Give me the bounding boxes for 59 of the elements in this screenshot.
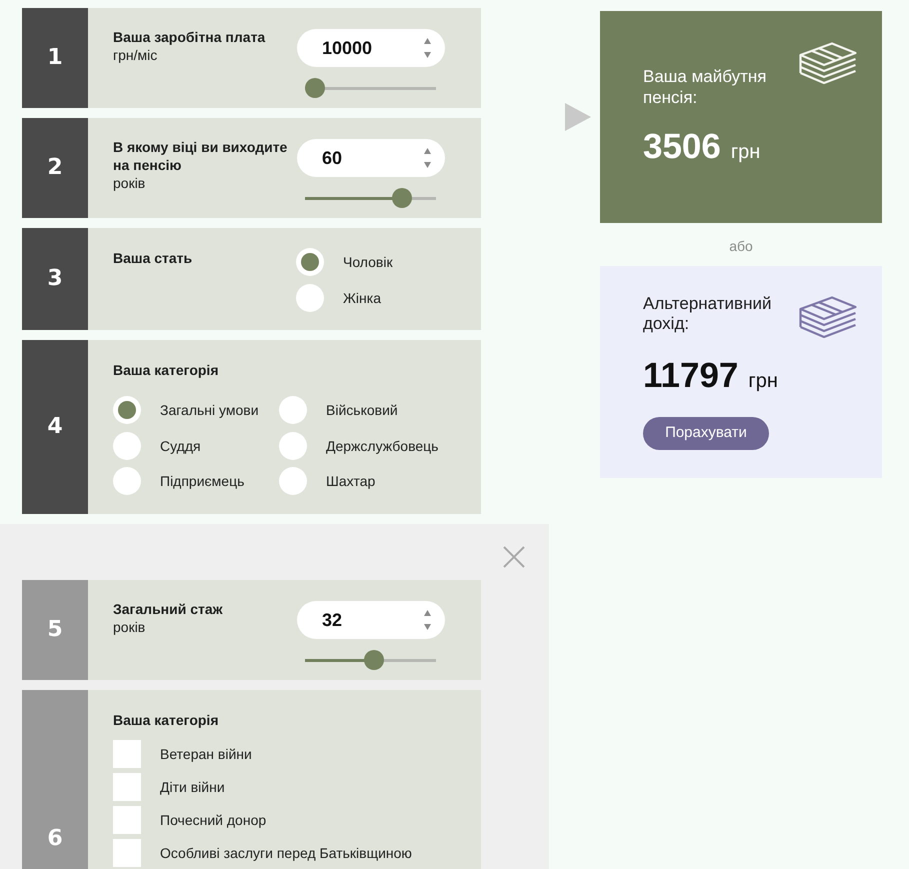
step-number: 2 <box>22 118 88 218</box>
option-label: Жінка <box>343 290 381 306</box>
unit-label: грн/міс <box>113 46 158 64</box>
close-icon[interactable] <box>503 546 525 568</box>
money-stack-icon <box>799 296 857 338</box>
spinner-arrows-icon[interactable] <box>424 148 431 168</box>
radio-button[interactable] <box>296 248 324 276</box>
unit-label: років <box>113 174 146 192</box>
step-number: 4 <box>22 340 88 514</box>
field-label: Ваша категорія <box>113 361 218 379</box>
radio-button[interactable] <box>113 396 141 424</box>
option-label: Почесний донор <box>160 812 266 828</box>
step-number: 1 <box>22 8 88 108</box>
option-label: Суддя <box>160 438 201 454</box>
checkbox[interactable] <box>113 773 141 801</box>
option-label: Загальні умови <box>160 402 259 418</box>
radio-button[interactable] <box>113 467 141 495</box>
pension-amount: 3506 <box>643 127 721 167</box>
field-label: Загальний стаж <box>113 600 224 618</box>
option-label: Чоловік <box>343 254 393 270</box>
radio-button[interactable] <box>279 396 307 424</box>
radio-button[interactable] <box>279 467 307 495</box>
currency-label: грн <box>748 369 778 394</box>
money-stack-icon <box>799 42 857 84</box>
slider-thumb[interactable] <box>364 650 384 670</box>
number-field[interactable]: 60 <box>297 139 445 177</box>
checkbox[interactable] <box>113 740 141 768</box>
triangle-pointer-icon <box>565 103 591 131</box>
number-field[interactable]: 10000 <box>297 29 445 67</box>
radio-button[interactable] <box>296 284 324 312</box>
separator-label: або <box>729 238 753 254</box>
field-label: Ваша категорія <box>113 712 218 728</box>
slider-thumb[interactable] <box>305 78 325 98</box>
alternative-amount: 11797 <box>643 356 738 396</box>
currency-label: грн <box>730 140 760 165</box>
checkbox[interactable] <box>113 806 141 834</box>
unit-label: років <box>113 618 146 636</box>
number-field[interactable]: 32 <box>297 601 445 639</box>
slider-thumb[interactable] <box>392 188 412 208</box>
field-label: Ваша стать <box>113 249 194 267</box>
option-label: Держслужбовець <box>326 438 438 454</box>
pension-label: Ваша майбутня пенсія: <box>643 66 768 108</box>
option-label: Шахтар <box>326 473 376 489</box>
radio-button[interactable] <box>279 432 307 460</box>
option-label: Діти війни <box>160 779 225 795</box>
option-label: Військовий <box>326 402 398 418</box>
checkbox[interactable] <box>113 839 141 867</box>
spinner-arrows-icon[interactable] <box>424 610 431 630</box>
field-label: Ваша заробітна плата <box>113 28 266 46</box>
step-number: 5 <box>22 580 88 680</box>
step-number: 6 <box>22 690 88 869</box>
calculate-button[interactable]: Порахувати <box>643 417 769 450</box>
option-label: Підприємець <box>160 473 244 489</box>
radio-button[interactable] <box>113 432 141 460</box>
option-label: Особливі заслуги перед Батьківщиною <box>160 845 412 861</box>
option-label: Ветеран війни <box>160 746 252 762</box>
step-number: 3 <box>22 228 88 330</box>
alternative-label: Альтернативний дохід: <box>643 294 772 334</box>
spinner-arrows-icon[interactable] <box>424 38 431 58</box>
